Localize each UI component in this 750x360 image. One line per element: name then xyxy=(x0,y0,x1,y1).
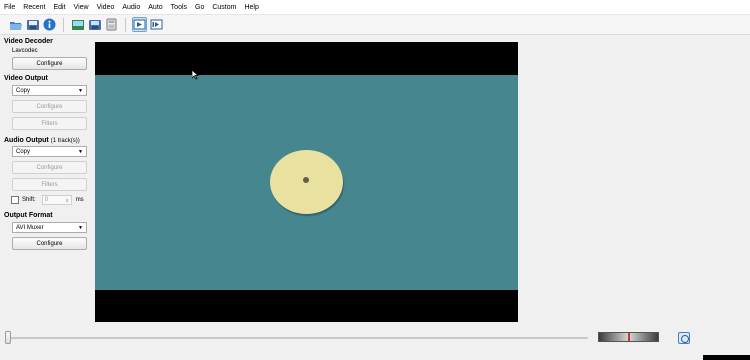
video-decoder-configure-button[interactable]: Configure xyxy=(12,57,87,70)
audio-output-select[interactable]: Copy ▼ xyxy=(12,146,87,157)
shift-value: 0 xyxy=(44,197,49,203)
disc-center xyxy=(303,177,309,183)
save-image-icon[interactable] xyxy=(87,17,102,32)
menu-audio[interactable]: Audio xyxy=(122,4,140,11)
open-folder-icon[interactable] xyxy=(8,17,23,32)
spinner-arrows-icon[interactable]: ⬍ xyxy=(65,198,68,203)
chevron-down-icon: ▼ xyxy=(78,87,83,94)
timeline-track[interactable] xyxy=(8,337,588,339)
video-output-selected: Copy xyxy=(16,87,31,94)
taskbar-edge xyxy=(703,355,750,360)
mouse-cursor-icon xyxy=(192,70,199,80)
output-format-configure-button[interactable]: Configure xyxy=(12,237,87,250)
calculator-icon[interactable] xyxy=(104,17,119,32)
chevron-down-icon: ▼ xyxy=(78,148,83,155)
shift-row: Shift: 0 ⬍ ms xyxy=(11,195,90,205)
timeline-slider-thumb[interactable] xyxy=(5,331,11,344)
save-icon[interactable] xyxy=(25,17,40,32)
menu-view[interactable]: View xyxy=(74,4,89,11)
toolbar-separator xyxy=(63,17,64,32)
video-output-configure-button[interactable]: Configure xyxy=(12,100,87,113)
output-format-selected: AVI Muxer xyxy=(16,224,44,231)
video-output-filters-button[interactable]: Filters xyxy=(12,117,87,130)
disc-image xyxy=(270,150,343,214)
audio-output-selected: Copy xyxy=(16,148,31,155)
video-frame xyxy=(95,75,518,290)
audio-tracks-count: (1 track(s)) xyxy=(50,137,80,144)
toolbar-separator xyxy=(125,17,126,32)
menu-tools[interactable]: Tools xyxy=(171,4,187,11)
play-filtered-icon[interactable] xyxy=(132,17,147,32)
video-decoder-title: Video Decoder xyxy=(4,38,53,45)
menu-recent[interactable]: Recent xyxy=(23,4,45,11)
open-image-icon[interactable] xyxy=(70,17,85,32)
audio-output-header: Audio Output (1 track(s)) xyxy=(4,137,90,146)
video-preview[interactable] xyxy=(95,42,518,322)
chevron-down-icon: ▼ xyxy=(78,224,83,231)
video-output-title: Video Output xyxy=(4,75,48,82)
time-shift-button[interactable] xyxy=(678,332,690,344)
menu-bar: File Recent Edit View Video Audio Auto T… xyxy=(0,0,750,15)
info-icon[interactable] xyxy=(42,17,57,32)
output-format-select[interactable]: AVI Muxer ▼ xyxy=(12,222,87,233)
shift-spinbox[interactable]: 0 ⬍ xyxy=(41,195,72,205)
menu-auto[interactable]: Auto xyxy=(148,4,162,11)
menu-file[interactable]: File xyxy=(4,4,15,11)
menu-custom[interactable]: Custom xyxy=(212,4,236,11)
shift-label: Shift: xyxy=(22,197,36,203)
menu-go[interactable]: Go xyxy=(195,4,204,11)
audio-output-filters-button[interactable]: Filters xyxy=(12,178,87,191)
menu-edit[interactable]: Edit xyxy=(53,4,65,11)
toolbar xyxy=(0,15,750,35)
jog-shuttle[interactable] xyxy=(598,332,659,342)
video-output-select[interactable]: Copy ▼ xyxy=(12,85,87,96)
audio-output-configure-button[interactable]: Configure xyxy=(12,161,87,174)
play-output-icon[interactable] xyxy=(149,17,164,32)
shift-unit: ms xyxy=(75,197,84,203)
output-format-title: Output Format xyxy=(4,212,53,219)
settings-panel: Video Decoder Lavcodec Configure Video O… xyxy=(4,38,90,250)
shift-checkbox[interactable] xyxy=(11,196,19,204)
audio-output-title: Audio Output xyxy=(4,137,49,144)
menu-video[interactable]: Video xyxy=(97,4,115,11)
menu-help[interactable]: Help xyxy=(244,4,258,11)
video-decoder-codec: Lavcodec xyxy=(12,48,38,54)
